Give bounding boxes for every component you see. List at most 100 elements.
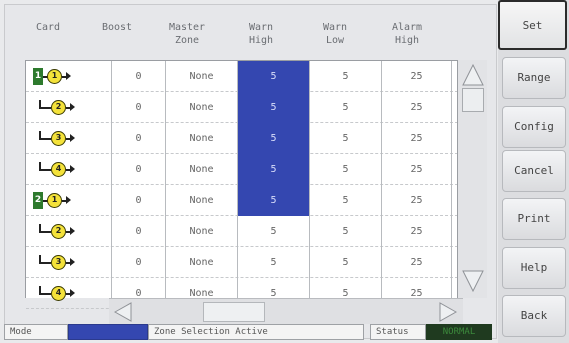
cancel-button[interactable]: Cancel — [502, 150, 566, 192]
mode-label: Mode — [4, 324, 68, 340]
warn-low-cell[interactable]: 5 — [310, 216, 382, 247]
warn-low-cell[interactable]: 5 — [310, 185, 382, 216]
warn-high-cell[interactable]: 5 — [238, 247, 310, 278]
column-header-warn-low: Warn Low — [322, 22, 348, 46]
card-number-badge: 1 — [33, 68, 43, 85]
vertical-scroll-thumb[interactable] — [462, 88, 484, 112]
table-row[interactable]: 2 1 0 None 5 5 25 — [26, 185, 458, 216]
card-zone-cell[interactable]: 4 — [26, 278, 112, 309]
help-button[interactable]: Help — [502, 247, 566, 289]
range-button[interactable]: Range — [502, 57, 566, 99]
master-zone-cell[interactable]: None — [166, 216, 238, 247]
card-zone-cell[interactable]: 4 — [26, 154, 112, 185]
master-zone-cell[interactable]: None — [166, 61, 238, 92]
zone-table-panel: Card Boost Master Zone Warn High Warn Lo… — [4, 4, 497, 339]
alarm-high-cell[interactable]: 25 — [382, 61, 452, 92]
status-value: NORMAL — [426, 324, 492, 340]
zone-number-icon: 2 — [51, 224, 66, 239]
table-row[interactable]: 2 0 None 5 5 25 — [26, 216, 458, 247]
boost-cell[interactable]: 0 — [112, 123, 166, 154]
master-zone-cell[interactable]: None — [166, 123, 238, 154]
action-sidebar: Set Range Config Cancel Print Help Back — [498, 0, 569, 343]
column-header-boost: Boost — [101, 22, 133, 33]
vertical-scrollbar[interactable] — [457, 60, 487, 298]
table-row[interactable]: 3 0 None 5 5 25 — [26, 247, 458, 278]
alarm-high-cell[interactable]: 25 — [382, 216, 452, 247]
arrow-right-icon — [70, 134, 75, 142]
triangle-up-icon[interactable] — [461, 62, 485, 88]
arrow-right-icon — [66, 196, 71, 204]
alarm-high-cell[interactable]: 25 — [382, 154, 452, 185]
boost-cell[interactable]: 0 — [112, 154, 166, 185]
warn-high-cell[interactable]: 5 — [238, 61, 310, 92]
set-button[interactable]: Set — [498, 0, 567, 50]
warn-low-cell[interactable]: 5 — [310, 92, 382, 123]
card-zone-cell[interactable]: 2 — [26, 92, 112, 123]
arrow-right-icon — [70, 258, 75, 266]
zone-number-icon: 1 — [47, 69, 62, 84]
table-row[interactable]: 2 0 None 5 5 25 — [26, 92, 458, 123]
zone-config-screen: Card Boost Master Zone Warn High Warn Lo… — [0, 0, 569, 343]
zone-number-icon: 4 — [51, 286, 66, 301]
boost-cell[interactable]: 0 — [112, 185, 166, 216]
column-header-card: Card — [35, 22, 61, 33]
alarm-high-cell[interactable]: 25 — [382, 123, 452, 154]
card-zone-cell[interactable]: 2 — [26, 216, 112, 247]
arrow-right-icon — [70, 165, 75, 173]
column-header-warn-high: Warn High — [248, 22, 274, 46]
horizontal-scroll-thumb[interactable] — [203, 302, 265, 322]
warn-high-cell[interactable]: 5 — [238, 216, 310, 247]
arrow-right-icon — [70, 103, 75, 111]
warn-high-cell[interactable]: 5 — [238, 154, 310, 185]
column-header-alarm-high: Alarm High — [391, 22, 423, 46]
boost-cell[interactable]: 0 — [112, 92, 166, 123]
zone-number-icon: 4 — [51, 162, 66, 177]
arrow-right-icon — [66, 72, 71, 80]
card-zone-cell[interactable]: 3 — [26, 123, 112, 154]
zone-grid: 1 1 0 None 5 5 25 2 0 None 5 5 25 3 0 None 5 5 25 4 0 None 5 5 2… — [25, 60, 458, 309]
zone-number-icon: 3 — [51, 131, 66, 146]
warn-low-cell[interactable]: 5 — [310, 247, 382, 278]
zone-number-icon: 1 — [47, 193, 62, 208]
warn-high-cell[interactable]: 5 — [238, 123, 310, 154]
warn-low-cell[interactable]: 5 — [310, 61, 382, 92]
print-button[interactable]: Print — [502, 198, 566, 240]
master-zone-cell[interactable]: None — [166, 154, 238, 185]
boost-cell[interactable]: 0 — [112, 61, 166, 92]
triangle-left-icon[interactable] — [112, 301, 134, 323]
master-zone-cell[interactable]: None — [166, 185, 238, 216]
back-button[interactable]: Back — [502, 295, 566, 337]
table-header: Card Boost Master Zone Warn High Warn Lo… — [5, 5, 465, 61]
boost-cell[interactable]: 0 — [112, 216, 166, 247]
card-number-badge: 2 — [33, 192, 43, 209]
horizontal-scrollbar[interactable] — [109, 298, 463, 324]
alarm-high-cell[interactable]: 25 — [382, 247, 452, 278]
warn-low-cell[interactable]: 5 — [310, 123, 382, 154]
table-row[interactable]: 4 0 None 5 5 25 — [26, 154, 458, 185]
status-bar: Mode Zone Selection Active Status NORMAL — [4, 324, 497, 341]
arrow-right-icon — [70, 227, 75, 235]
zone-number-icon: 2 — [51, 100, 66, 115]
status-message: Zone Selection Active — [148, 324, 364, 340]
warn-low-cell[interactable]: 5 — [310, 154, 382, 185]
card-zone-cell[interactable]: 11 — [26, 61, 112, 92]
alarm-high-cell[interactable]: 25 — [382, 185, 452, 216]
config-button[interactable]: Config — [502, 106, 566, 148]
master-zone-cell[interactable]: None — [166, 92, 238, 123]
triangle-down-icon[interactable] — [461, 268, 485, 294]
arrow-right-icon — [70, 289, 75, 297]
column-header-master-zone: Master Zone — [168, 22, 206, 46]
card-zone-cell[interactable]: 3 — [26, 247, 112, 278]
table-row[interactable]: 1 1 0 None 5 5 25 — [26, 61, 458, 92]
triangle-right-icon[interactable] — [437, 301, 459, 323]
master-zone-cell[interactable]: None — [166, 247, 238, 278]
warn-high-cell[interactable]: 5 — [238, 92, 310, 123]
boost-cell[interactable]: 0 — [112, 247, 166, 278]
card-zone-cell[interactable]: 21 — [26, 185, 112, 216]
status-label: Status — [370, 324, 426, 340]
mode-indicator — [68, 324, 148, 340]
warn-high-cell[interactable]: 5 — [238, 185, 310, 216]
table-row[interactable]: 3 0 None 5 5 25 — [26, 123, 458, 154]
zone-number-icon: 3 — [51, 255, 66, 270]
alarm-high-cell[interactable]: 25 — [382, 92, 452, 123]
